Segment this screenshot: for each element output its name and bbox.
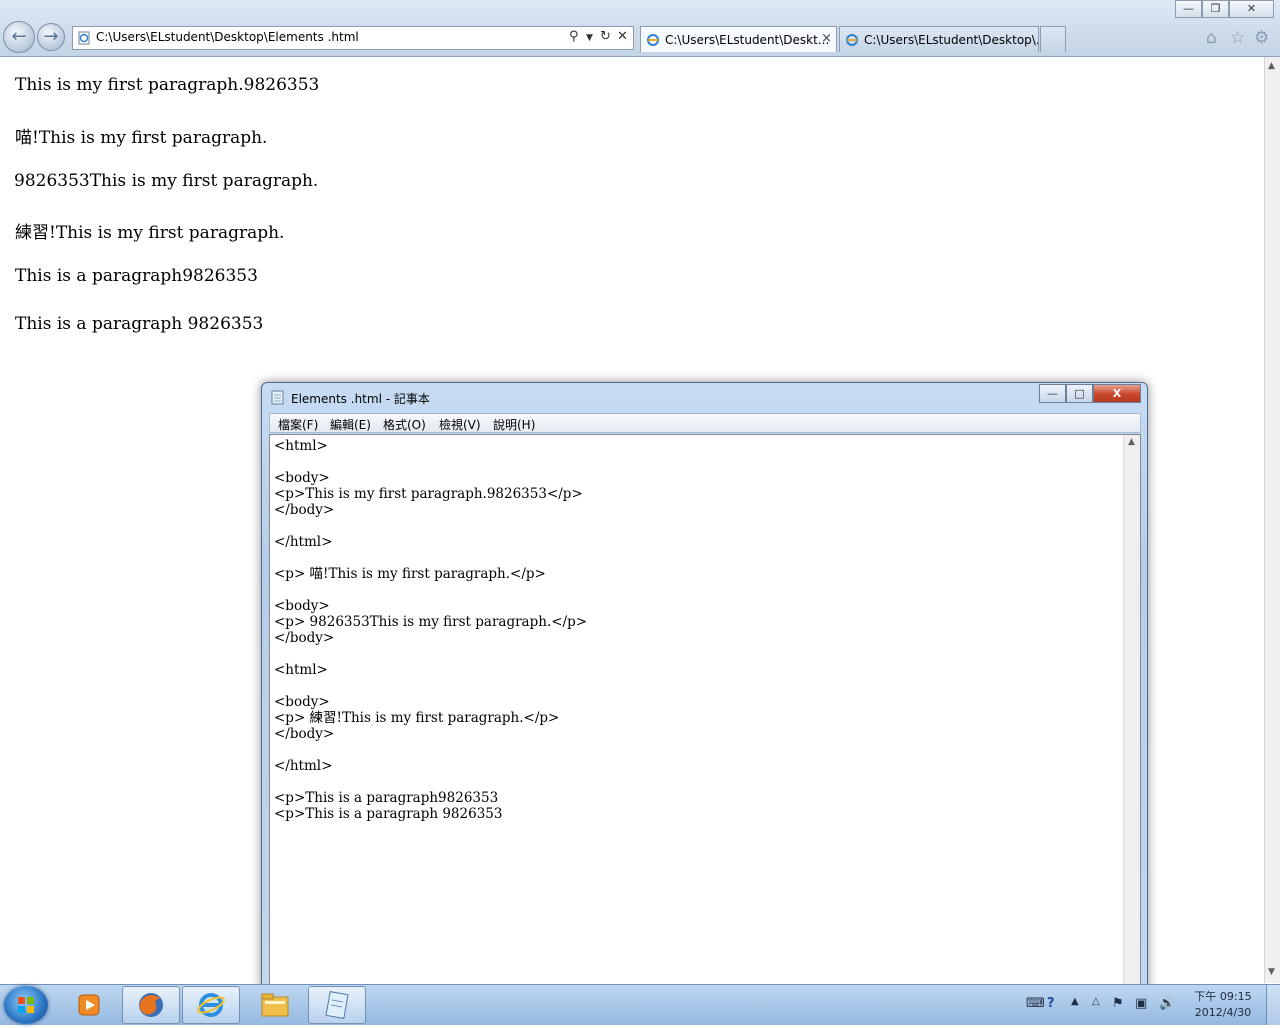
file-explorer-icon (261, 993, 289, 1017)
clock-date: 2012/4/30 (1194, 1006, 1252, 1019)
browser-minimize-button[interactable]: — (1175, 0, 1202, 18)
stop-icon[interactable]: ✕ (617, 29, 628, 44)
keyboard-icon[interactable]: ⌨ (1026, 996, 1045, 1011)
ie-page-icon (647, 34, 659, 46)
ie-page-icon (846, 34, 858, 46)
scroll-up-arrow-icon[interactable]: ▲ (1128, 437, 1135, 447)
menu-edit[interactable]: 編輯(E) (330, 416, 371, 433)
menu-file[interactable]: 檔案(F) (278, 416, 318, 433)
tab-elements-html[interactable]: C:\Users\ELstudent\Deskt... × (640, 26, 837, 52)
notepad-editor[interactable]: <html> <body> <p>This is my first paragr… (269, 434, 1141, 993)
notepad-minimize-button[interactable]: — (1039, 384, 1066, 403)
taskbar-internet-explorer[interactable] (182, 986, 240, 1024)
search-icon[interactable]: ⚲ (569, 29, 579, 44)
tab-label: C:\Users\ELstudent\Deskt... (665, 33, 830, 47)
browser-restore-button[interactable]: ❐ (1202, 0, 1229, 18)
taskbar-notepad[interactable] (308, 986, 366, 1024)
notepad-close-button[interactable]: X (1093, 384, 1141, 403)
notepad-window[interactable]: Elements .html - 記事本 — □ X 檔案(F) 編輯(E) 格… (261, 382, 1148, 993)
browser-chrome: — ❐ ✕ ← → C:\Users\ELstudent\Desktop\Ele… (0, 0, 1280, 57)
notepad-menubar: 檔案(F) 編輯(E) 格式(O) 檢視(V) 說明(H) (269, 413, 1141, 433)
action-center-flag-icon[interactable]: ⚑ (1112, 996, 1124, 1011)
show-hidden-icons-icon[interactable]: ▲ (1071, 996, 1079, 1007)
notepad-text-content[interactable]: <html> <body> <p>This is my first paragr… (274, 438, 587, 822)
taskbar-media-player[interactable] (60, 986, 118, 1024)
taskbar-firefox[interactable] (122, 986, 180, 1024)
clock-time: 下午 09:15 (1194, 990, 1252, 1003)
help-icon[interactable]: ? (1047, 996, 1055, 1011)
taskbar-file-explorer[interactable] (246, 986, 304, 1024)
home-icon[interactable]: ⌂ (1206, 28, 1217, 48)
menu-help[interactable]: 說明(H) (493, 416, 535, 433)
network-icon[interactable]: ▣ (1135, 996, 1147, 1011)
notepad-title: Elements .html - 記事本 (291, 392, 430, 406)
tab-close-icon[interactable]: × (821, 31, 832, 46)
new-tab-button[interactable] (1040, 26, 1066, 52)
show-desktop-button[interactable] (1266, 985, 1280, 1025)
menu-format[interactable]: 格式(O) (383, 416, 426, 433)
tray-arrow-icon[interactable]: △ (1092, 996, 1100, 1007)
tab-label: C:\Users\ELstudent\Desktop\... (864, 33, 1039, 47)
firefox-icon (139, 993, 163, 1017)
paragraph-6: This is a paragraph 9826353 (15, 314, 264, 334)
taskbar: ⌨ ? ▲ △ ⚑ ▣ 🔊 下午 09:15 2012/4/30 (0, 984, 1280, 1025)
start-button[interactable] (4, 986, 48, 1024)
forward-button[interactable]: → (37, 23, 65, 51)
page-icon (78, 31, 90, 45)
paragraph-5: This is a paragraph9826353 (15, 266, 258, 286)
address-text[interactable]: C:\Users\ELstudent\Desktop\Elements .htm… (96, 30, 359, 44)
clock[interactable]: 下午 09:15 2012/4/30 (1188, 989, 1258, 1021)
paragraph-1: This is my first paragraph.9826353 (15, 75, 320, 95)
internet-explorer-icon (197, 993, 225, 1017)
dropdown-arrow-icon[interactable]: ▼ (586, 33, 593, 43)
paragraph-4: 練習!This is my first paragraph. (15, 223, 285, 243)
paragraph-2: 喵!This is my first paragraph. (15, 128, 268, 148)
forward-arrow-icon: → (43, 26, 59, 47)
page-scrollbar[interactable]: ▲ ▼ (1264, 57, 1280, 983)
windows-logo-icon (18, 997, 34, 1013)
refresh-icon[interactable]: ↻ (600, 29, 611, 44)
notepad-maximize-button[interactable]: □ (1066, 384, 1093, 403)
tools-gear-icon[interactable]: ⚙ (1254, 28, 1269, 48)
back-arrow-icon: ← (11, 26, 27, 47)
tab-second-page[interactable]: C:\Users\ELstudent\Desktop\... (839, 26, 1039, 52)
notepad-icon (325, 991, 349, 1019)
paragraph-3: 9826353This is my first paragraph. (14, 171, 319, 191)
menu-view[interactable]: 檢視(V) (439, 416, 481, 433)
volume-icon[interactable]: 🔊 (1159, 996, 1175, 1011)
notepad-icon (271, 390, 284, 405)
scroll-down-arrow-icon[interactable]: ▼ (1268, 967, 1275, 977)
browser-close-button[interactable]: ✕ (1229, 0, 1274, 18)
back-button[interactable]: ← (3, 21, 35, 53)
notepad-scrollbar[interactable]: ▲ (1123, 435, 1140, 992)
favorites-star-icon[interactable]: ☆ (1230, 28, 1245, 48)
scroll-up-arrow-icon[interactable]: ▲ (1268, 61, 1275, 71)
address-bar[interactable]: C:\Users\ELstudent\Desktop\Elements .htm… (72, 26, 634, 50)
media-player-icon (78, 994, 100, 1016)
